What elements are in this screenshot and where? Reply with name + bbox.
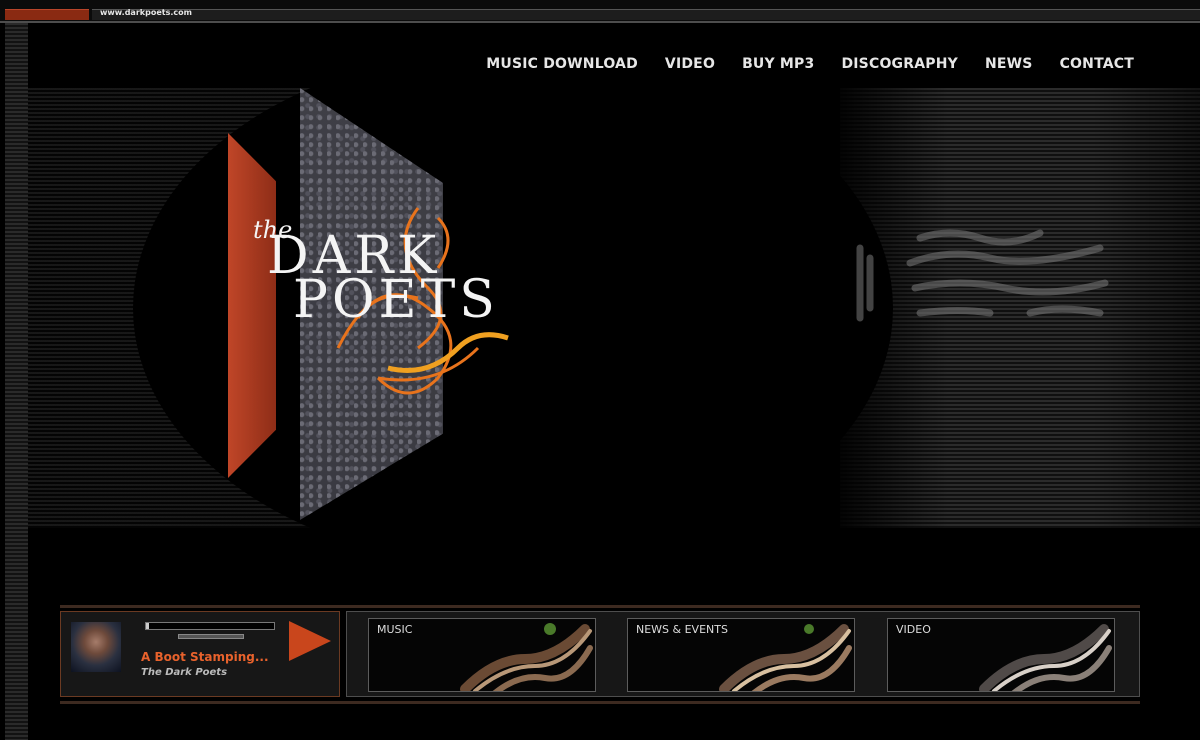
red-panel	[228, 133, 276, 478]
section-links: MUSIC NEWS & EVENTS VIDEO	[346, 611, 1140, 697]
nav-video[interactable]: VIDEO	[665, 56, 715, 72]
nav-discography[interactable]: DISCOGRAPHY	[841, 56, 958, 72]
bottom-divider-top	[60, 605, 1140, 608]
play-icon[interactable]	[289, 621, 331, 661]
album-art	[71, 622, 121, 672]
section-news-art	[719, 624, 852, 691]
nav-music-download[interactable]: MUSIC DOWNLOAD	[486, 56, 638, 72]
audio-player: A Boot Stamping... The Dark Poets	[60, 611, 340, 697]
ghost-logo-art	[856, 229, 1109, 322]
bottom-divider-bottom	[60, 701, 1140, 704]
section-music-art	[460, 623, 593, 691]
volume-slider[interactable]	[178, 634, 244, 639]
section-music[interactable]: MUSIC	[368, 618, 596, 692]
section-news-events[interactable]: NEWS & EVENTS	[627, 618, 855, 692]
top-strip: www.darkpoets.com	[0, 0, 1200, 23]
top-red-tab	[5, 9, 89, 20]
url-bar	[92, 9, 1200, 20]
section-news-events-label: NEWS & EVENTS	[636, 623, 728, 636]
section-video[interactable]: VIDEO	[887, 618, 1115, 692]
nav-contact[interactable]: CONTACT	[1060, 56, 1134, 72]
logo-poets: POETS	[293, 270, 499, 330]
section-video-art	[979, 624, 1112, 691]
hero-banner: the DARK POETS	[28, 88, 1200, 528]
track-title[interactable]: A Boot Stamping...	[141, 650, 269, 664]
track-artist: The Dark Poets	[141, 667, 228, 678]
top-divider	[0, 21, 1200, 23]
nav-news[interactable]: NEWS	[985, 56, 1033, 72]
main-nav: MUSIC DOWNLOAD VIDEO BUY MP3 DISCOGRAPHY…	[486, 56, 1134, 72]
section-music-label: MUSIC	[377, 623, 413, 636]
progress-bar[interactable]	[145, 622, 275, 630]
nav-buy-mp3[interactable]: BUY MP3	[742, 56, 814, 72]
section-video-label: VIDEO	[896, 623, 931, 636]
site-url: www.darkpoets.com	[100, 8, 192, 17]
progress-fill	[146, 623, 149, 629]
left-scanline-strip	[5, 23, 28, 740]
